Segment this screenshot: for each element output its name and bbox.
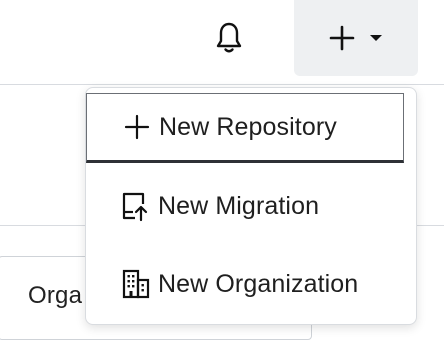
menu-item-label: New Organization (158, 269, 359, 298)
create-dropdown-menu: New Repository New Migration New Organiz… (85, 87, 417, 325)
create-new-button[interactable] (294, 0, 418, 76)
bell-icon (216, 22, 242, 53)
notifications-button[interactable] (207, 18, 251, 58)
menu-item-new-repository[interactable]: New Repository (86, 93, 404, 163)
menu-item-label: New Repository (159, 112, 337, 141)
plus-icon (121, 111, 153, 143)
migration-icon (120, 190, 152, 222)
building-icon (120, 268, 152, 300)
app-stage: Orga New Repository New Migration New Or… (0, 0, 444, 348)
background-card-label: Orga (28, 282, 83, 309)
plus-icon (329, 25, 355, 51)
top-header (0, 0, 444, 85)
menu-item-label: New Migration (158, 191, 320, 220)
menu-item-new-organization[interactable]: New Organization (86, 246, 416, 322)
caret-down-icon (369, 33, 383, 43)
menu-item-new-migration[interactable]: New Migration (86, 168, 416, 244)
